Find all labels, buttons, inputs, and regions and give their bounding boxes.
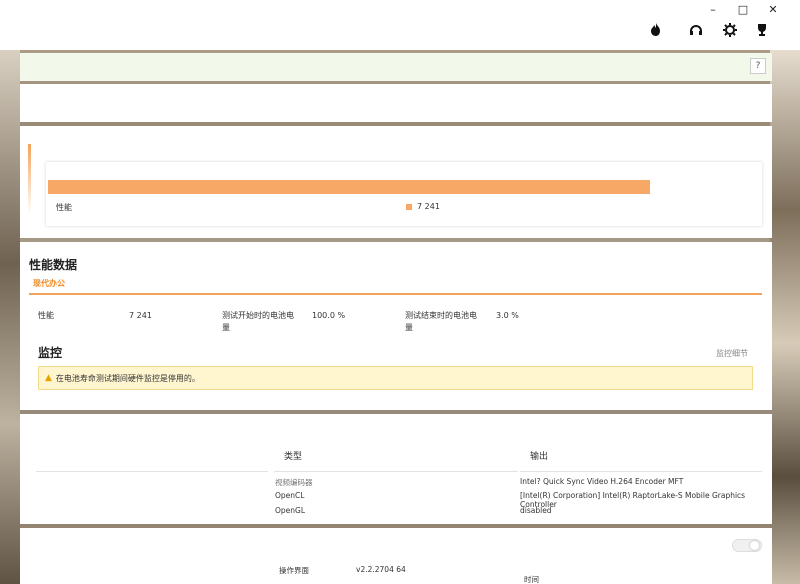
- minimize-button[interactable]: –: [698, 0, 728, 18]
- section-title: 性能数据: [29, 258, 78, 272]
- tab-modern-office[interactable]: 现代办公: [33, 278, 65, 289]
- background-right: [770, 50, 800, 584]
- chart-panel: 性能 7 241: [20, 126, 772, 238]
- row-label: 测试开始时的电池电量: [222, 311, 294, 332]
- table-cell-type: OpenCL: [275, 491, 305, 500]
- system-info-table: 类型 输出 视频编码器 Intel? Quick Sync Video H.26…: [20, 414, 772, 524]
- performance-panel: 性能数据 现代办公 性能 7 241 测试开始时的电池电量 100.0 % 测试…: [20, 242, 772, 410]
- headset-icon[interactable]: [684, 18, 708, 42]
- row-label: 性能: [38, 311, 54, 320]
- row-value: 3.0 %: [496, 311, 519, 320]
- footer-panel: 操作界面 v2.2.2704 64 时间: [20, 528, 772, 584]
- maximize-button[interactable]: □: [728, 0, 758, 18]
- series-label: 性能: [56, 203, 72, 212]
- legend-swatch: [406, 203, 412, 210]
- alert-bar: ?: [20, 53, 772, 81]
- ui-label: 操作界面: [279, 566, 309, 575]
- table-cell-type: 视频编码器: [275, 478, 313, 487]
- monitor-title: 监控: [38, 346, 63, 360]
- table-cell-output: Intel? Quick Sync Video H.264 Encoder MF…: [520, 477, 684, 486]
- title-bar: – □ ✕: [0, 0, 800, 50]
- info-panel: [20, 84, 772, 122]
- table-cell-type: OpenGL: [275, 506, 306, 515]
- bar-track: [48, 180, 656, 194]
- warning-banner: ▲ 在电池寿命测试期间硬件监控是停用的。: [38, 366, 753, 390]
- header-divider: [36, 471, 268, 472]
- header-divider: [274, 471, 518, 472]
- gear-icon[interactable]: [718, 18, 742, 42]
- fire-icon[interactable]: [644, 18, 668, 42]
- toggle-switch[interactable]: [732, 539, 762, 552]
- score-bar: [48, 180, 650, 194]
- row-value: 7 241: [129, 311, 152, 320]
- header-type: 类型: [284, 452, 303, 462]
- score-chart: 性能 7 241: [46, 162, 762, 226]
- time-label: 时间: [524, 575, 539, 584]
- background-left: [0, 50, 20, 584]
- header-divider: [520, 471, 762, 472]
- warning-text: 在电池寿命测试期间硬件监控是停用的。: [55, 373, 200, 383]
- table-cell-output: disabled: [520, 506, 552, 515]
- table-cell-output: [Intel(R) Corporation] Intel(R) RaptorLa…: [520, 491, 746, 509]
- monitor-details-link[interactable]: 监控细节: [716, 348, 748, 359]
- ui-version: v2.2.2704 64: [356, 565, 406, 574]
- tab-underline: [29, 293, 762, 295]
- legend-value: 7 241: [417, 202, 440, 211]
- accent-stripe: [28, 144, 31, 214]
- help-button[interactable]: ?: [750, 58, 766, 74]
- header-output: 输出: [530, 452, 549, 462]
- close-button[interactable]: ✕: [758, 0, 788, 18]
- trophy-icon[interactable]: [750, 18, 774, 42]
- row-value: 100.0 %: [312, 311, 346, 320]
- row-label: 测试结束时的电池电量: [405, 311, 477, 332]
- legend: 7 241: [406, 202, 440, 211]
- warning-icon: ▲: [45, 373, 52, 383]
